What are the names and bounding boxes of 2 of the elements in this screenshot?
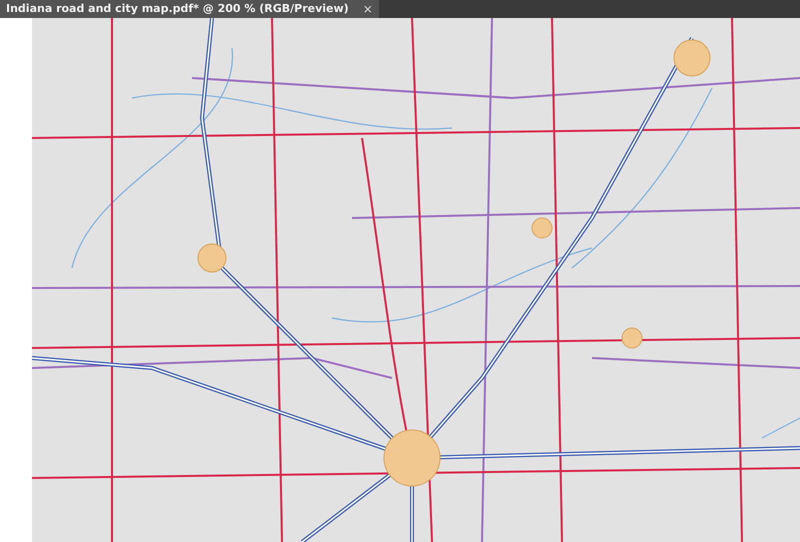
close-button[interactable]: ×	[362, 3, 373, 15]
document-tab[interactable]: Indiana road and city map.pdf* @ 200 % (RGB/Preview) ×	[0, 0, 379, 18]
